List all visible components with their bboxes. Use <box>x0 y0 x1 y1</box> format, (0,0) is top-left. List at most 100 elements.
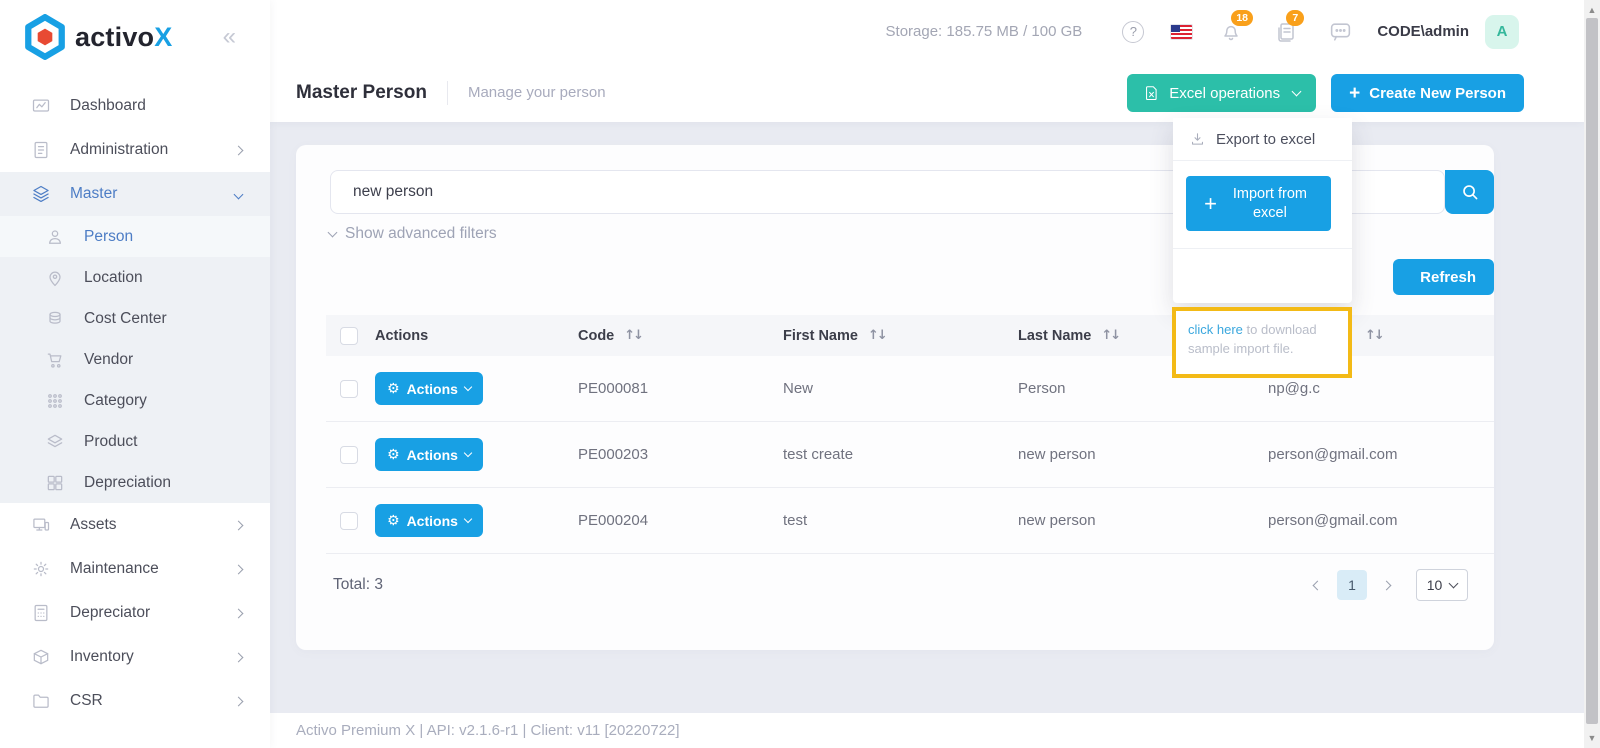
sidebar-item-label: Depreciator <box>70 604 150 622</box>
show-advanced-filters-toggle[interactable]: Show advanced filters <box>329 225 497 243</box>
divider <box>1173 248 1352 249</box>
sort-icon[interactable]: ↑↓ <box>1365 328 1383 343</box>
language-selector[interactable] <box>1171 25 1192 39</box>
column-header-first-name: First Name↑↓ <box>783 328 1018 344</box>
brand-name-left: activo <box>75 22 154 52</box>
row-checkbox[interactable] <box>340 446 358 464</box>
excel-operations-label: Excel operations <box>1169 85 1280 102</box>
plus-icon: + <box>1349 84 1360 103</box>
tasks-button[interactable]: 7 <box>1274 20 1298 44</box>
storage-usage: Storage: 185.75 MB / 100 GB <box>886 23 1083 40</box>
chat-icon <box>1328 19 1353 44</box>
sort-icon[interactable]: ↑↓ <box>868 328 886 343</box>
scroll-up-icon[interactable]: ▲ <box>1584 2 1600 18</box>
user-menu[interactable]: CODE\admin <box>1377 23 1469 40</box>
scrollbar-thumb[interactable] <box>1586 18 1598 724</box>
chevron-right-icon <box>235 141 242 159</box>
sidebar-item-master[interactable]: Master <box>0 172 270 216</box>
sidebar-item-label: Assets <box>70 516 117 534</box>
chevron-left-icon <box>1313 580 1323 590</box>
row-checkbox[interactable] <box>340 380 358 398</box>
location-pin-icon <box>44 267 66 289</box>
gear-icon <box>30 558 52 580</box>
chevron-right-icon <box>1382 580 1392 590</box>
row-actions-button[interactable]: ⚙Actions <box>375 372 483 405</box>
download-icon <box>1189 131 1206 148</box>
chat-button[interactable] <box>1328 19 1353 44</box>
chevron-down-icon <box>1449 578 1459 588</box>
notifications-button[interactable]: 18 <box>1219 20 1243 44</box>
divider <box>1173 160 1352 161</box>
refresh-button[interactable]: Refresh <box>1393 259 1494 295</box>
sidebar-item-depreciation[interactable]: Depreciation <box>0 462 270 503</box>
sidebar-item-maintenance[interactable]: Maintenance <box>0 547 270 591</box>
sidebar-item-label: Inventory <box>70 648 134 666</box>
layers-icon <box>30 183 52 205</box>
page-size-select[interactable]: 10 <box>1416 569 1468 601</box>
column-header-code: Code↑↓ <box>578 328 783 344</box>
import-from-excel-label: Import from excel <box>1227 185 1313 223</box>
excel-operations-dropdown: Export to excel + Import from excel <box>1173 118 1352 303</box>
row-actions-button[interactable]: ⚙Actions <box>375 438 483 471</box>
page-header: Master Person Manage your person Excel o… <box>270 63 1584 122</box>
scroll-down-icon[interactable]: ▼ <box>1584 730 1600 746</box>
task-badge: 7 <box>1286 10 1304 26</box>
sidebar-item-dashboard[interactable]: Dashboard <box>0 84 270 128</box>
chevron-down-icon <box>235 185 242 203</box>
import-from-excel-button[interactable]: + Import from excel <box>1186 176 1331 231</box>
total-count: Total: 3 <box>333 576 383 594</box>
plus-icon: + <box>1204 193 1217 215</box>
brand-name[interactable]: activoX <box>75 22 172 53</box>
brand-logo-icon[interactable] <box>24 14 66 60</box>
sidebar-item-vendor[interactable]: Vendor <box>0 339 270 380</box>
chevron-down-icon <box>464 382 472 390</box>
sidebar-item-category[interactable]: Category <box>0 380 270 421</box>
current-page[interactable]: 1 <box>1337 570 1367 600</box>
cell-email: person@gmail.com <box>1268 512 1494 529</box>
pagination: 1 10 <box>1314 569 1468 601</box>
sort-icon[interactable]: ↑↓ <box>1101 328 1119 343</box>
sidebar-item-location[interactable]: Location <box>0 257 270 298</box>
cell-email: person@gmail.com <box>1268 446 1494 463</box>
sort-icon[interactable]: ↑↓ <box>624 328 642 343</box>
sidebar-item-person[interactable]: Person <box>0 216 270 257</box>
create-new-person-button[interactable]: + Create New Person <box>1331 74 1524 112</box>
sidebar-item-label: Person <box>84 228 133 246</box>
page-scrollbar[interactable]: ▲ ▼ <box>1584 0 1600 748</box>
excel-operations-button[interactable]: Excel operations <box>1127 74 1316 112</box>
help-button[interactable]: ? <box>1122 21 1144 43</box>
search-button[interactable] <box>1445 170 1494 214</box>
table-row: ⚙Actions PE000203 test create new person… <box>326 422 1494 488</box>
avatar[interactable]: A <box>1485 15 1519 49</box>
previous-page-button[interactable] <box>1314 582 1321 589</box>
create-new-person-label: Create New Person <box>1369 85 1506 102</box>
chevron-down-icon <box>328 227 338 237</box>
sidebar-item-product[interactable]: Product <box>0 421 270 462</box>
sidebar-item-label: Location <box>84 269 143 287</box>
sidebar-item-label: Administration <box>70 141 168 159</box>
sidebar-item-cost-center[interactable]: Cost Center <box>0 298 270 339</box>
select-all-checkbox[interactable] <box>340 327 358 345</box>
row-actions-button[interactable]: ⚙Actions <box>375 504 483 537</box>
sample-file-link[interactable]: click here <box>1188 322 1243 337</box>
chevron-right-icon <box>235 516 242 534</box>
page-title: Master Person <box>296 82 427 104</box>
sidebar-item-depreciator[interactable]: Depreciator <box>0 591 270 635</box>
sidebar-item-assets[interactable]: Assets <box>0 503 270 547</box>
sidebar-item-administration[interactable]: Administration <box>0 128 270 172</box>
row-checkbox[interactable] <box>340 512 358 530</box>
cell-last-name: new person <box>1018 512 1268 529</box>
sidebar-item-inventory[interactable]: Inventory <box>0 635 270 679</box>
box-icon <box>30 646 52 668</box>
sidebar-item-label: Maintenance <box>70 560 159 578</box>
export-to-excel-item[interactable]: Export to excel <box>1173 118 1352 160</box>
gear-icon: ⚙ <box>387 382 400 396</box>
sidebar-item-csr[interactable]: CSR <box>0 679 270 723</box>
next-page-button[interactable] <box>1383 582 1390 589</box>
advanced-filters-label: Show advanced filters <box>345 225 497 243</box>
chevron-down-icon <box>464 448 472 456</box>
grid-icon <box>44 472 66 494</box>
sidebar-collapse-icon[interactable]: « <box>223 25 236 49</box>
notification-badge: 18 <box>1231 10 1253 26</box>
cell-first-name: test create <box>783 446 1018 463</box>
